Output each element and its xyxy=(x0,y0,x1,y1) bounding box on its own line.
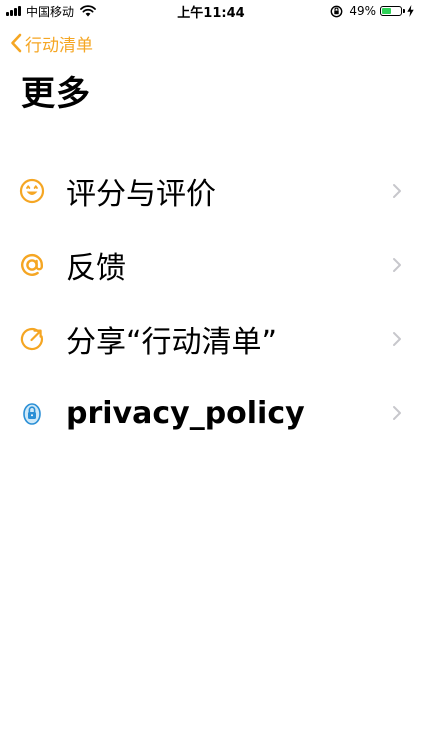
chevron-left-icon xyxy=(11,33,22,53)
chevron-right-icon xyxy=(393,184,401,198)
privacy-lock-icon xyxy=(18,399,46,427)
battery-percent: 49% xyxy=(349,4,376,18)
chevron-right-icon xyxy=(393,258,401,272)
menu-item-label: 评分与评价 xyxy=(66,177,216,212)
menu-item-label: privacy_policy xyxy=(66,395,305,431)
menu-item-share[interactable]: 分享“行动清单” xyxy=(0,302,422,376)
page-title: 更多 xyxy=(21,74,91,114)
rotation-lock-icon xyxy=(330,5,343,17)
chevron-right-icon xyxy=(393,332,401,346)
back-button-label: 行动清单 xyxy=(25,35,93,56)
back-button[interactable]: 行动清单 xyxy=(10,30,93,56)
menu-item-privacy-policy[interactable]: privacy_policy xyxy=(0,376,422,450)
status-bar: 中国移动 上午11:44 49% xyxy=(0,0,422,22)
at-sign-icon xyxy=(18,251,46,279)
screen: 中国移动 上午11:44 49% 行动清单 更多 评分与评价 反馈 分享“行动清… xyxy=(0,0,422,750)
menu-item-rate-review[interactable]: 评分与评价 xyxy=(0,154,422,228)
charging-bolt-icon xyxy=(407,5,414,17)
status-right: 49% xyxy=(330,3,414,19)
menu-list: 评分与评价 反馈 分享“行动清单” privacy_policy xyxy=(0,154,422,450)
smiley-icon xyxy=(18,177,46,205)
battery-icon xyxy=(380,6,405,16)
menu-item-label: 反馈 xyxy=(66,251,126,286)
chevron-right-icon xyxy=(393,406,401,420)
battery-level-fill xyxy=(382,8,391,14)
share-icon xyxy=(18,325,46,353)
menu-item-feedback[interactable]: 反馈 xyxy=(0,228,422,302)
menu-item-label: 分享“行动清单” xyxy=(66,325,278,360)
